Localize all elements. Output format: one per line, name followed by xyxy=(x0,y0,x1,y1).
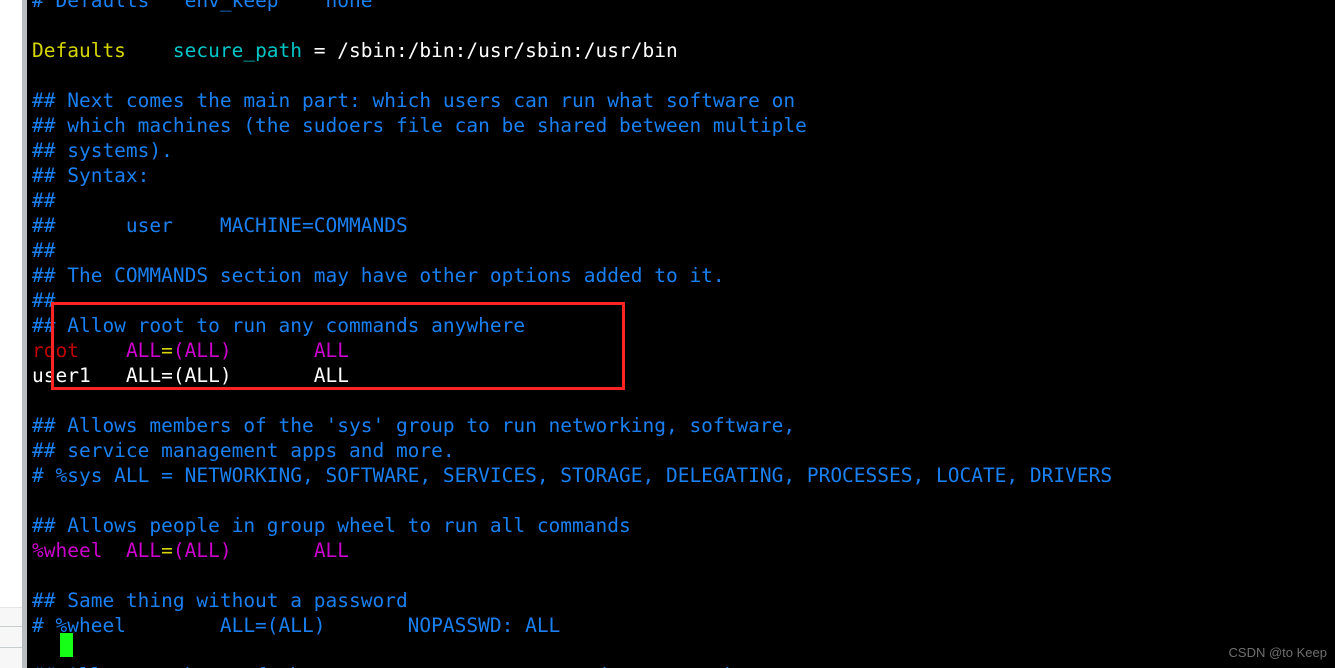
line-blank-4 xyxy=(27,488,1335,513)
line-comment-service-mgmt-seg-0: ## service management apps and more. xyxy=(32,439,455,462)
line-comment-syntax: ## Syntax: xyxy=(27,163,1335,188)
line-blank-5 xyxy=(27,563,1335,588)
line-comment-allows-sys: ## Allows members of the 'sys' group to … xyxy=(27,413,1335,438)
line-comment-wheel-nopasswd: # %wheel ALL=(ALL) NOPASSWD: ALL xyxy=(27,613,1335,638)
line-rule-user1-seg-0: user1 ALL=(ALL) ALL xyxy=(32,364,349,387)
line-comment-hash-1-seg-0: ## xyxy=(32,189,56,212)
line-defaults-secure-path-seg-0: Defaults xyxy=(32,39,126,62)
line-comment-commands-section: ## The COMMANDS section may have other o… xyxy=(27,263,1335,288)
line-defaults-env-keep-clipped-seg-1: env_keep xyxy=(149,0,279,12)
line-comment-which-machines: ## which machines (the sudoers file can … xyxy=(27,113,1335,138)
background-row xyxy=(0,608,22,627)
line-comment-systems-seg-0: ## systems). xyxy=(32,139,173,162)
background-row xyxy=(0,586,22,608)
background-row xyxy=(0,648,22,668)
line-rule-root-seg-1 xyxy=(79,339,126,362)
line-comment-allows-wheel-seg-0: ## Allows people in group wheel to run a… xyxy=(32,514,631,537)
terminal-text-area[interactable]: # Defaults env_keep none Defaults secure_… xyxy=(27,0,1335,668)
line-defaults-secure-path-seg-3: = /sbin:/bin:/usr/sbin:/usr/bin xyxy=(302,39,678,62)
line-rule-wheel-seg-1 xyxy=(102,539,125,562)
line-defaults-env-keep-clipped-seg-0: # Defaults xyxy=(32,0,150,12)
line-rule-root-seg-3: = xyxy=(161,339,173,362)
line-rule-wheel: %wheel ALL=(ALL) ALL xyxy=(27,538,1335,563)
line-rule-wheel-seg-2: ALL xyxy=(125,539,162,562)
line-rule-user1: user1 ALL=(ALL) ALL xyxy=(27,363,1335,388)
line-comment-systems: ## systems). xyxy=(27,138,1335,163)
line-cursor xyxy=(27,638,1335,663)
line-blank-1 xyxy=(27,13,1335,38)
line-comment-which-machines-seg-0: ## which machines (the sudoers file can … xyxy=(32,114,807,137)
background-panel-rows xyxy=(0,586,22,668)
line-defaults-secure-path: Defaults secure_path = /sbin:/bin:/usr/s… xyxy=(27,38,1335,63)
line-rule-root-seg-5 xyxy=(232,339,314,362)
line-comment-same-thing: ## Same thing without a password xyxy=(27,588,1335,613)
line-defaults-env-keep-clipped: # Defaults env_keep none xyxy=(27,0,1335,13)
line-comment-allow-root-seg-0: ## Allow root to run any commands anywhe… xyxy=(32,314,526,337)
line-comment-hash-2: ## xyxy=(27,238,1335,263)
background-row xyxy=(0,627,22,648)
line-comment-hash-3-seg-0: ## xyxy=(32,289,56,312)
line-blank-2 xyxy=(27,63,1335,88)
line-comment-hash-3: ## xyxy=(27,288,1335,313)
line-defaults-env-keep-clipped-seg-2: none xyxy=(278,0,373,12)
line-rule-root-seg-6: ALL xyxy=(313,339,350,362)
text-cursor xyxy=(60,633,73,657)
line-comment-service-mgmt: ## service management apps and more. xyxy=(27,438,1335,463)
line-comment-allows-sys-seg-0: ## Allows members of the 'sys' group to … xyxy=(32,414,796,437)
line-comment-hash-1: ## xyxy=(27,188,1335,213)
line-rule-wheel-seg-6: ALL xyxy=(313,539,350,562)
line-defaults-secure-path-seg-2: secure_path xyxy=(172,39,303,62)
line-comment-commands-section-seg-0: ## The COMMANDS section may have other o… xyxy=(32,264,725,287)
line-comment-sys-rule-seg-0: # %sys ALL = NETWORKING, SOFTWARE, SERVI… xyxy=(32,464,1113,487)
line-rule-wheel-seg-0: %wheel xyxy=(32,539,103,562)
terminal-window[interactable]: # Defaults env_keep none Defaults secure_… xyxy=(27,0,1335,668)
line-comment-allows-users-mount-seg-0: ## Allows members of the users group to … xyxy=(32,664,748,668)
background-panel xyxy=(0,0,22,668)
line-comment-hash-2-seg-0: ## xyxy=(32,239,56,262)
line-rule-wheel-seg-3: = xyxy=(161,539,173,562)
line-comment-user-machine: ## user MACHINE=COMMANDS xyxy=(27,213,1335,238)
screenshot-root: # Defaults env_keep none Defaults secure_… xyxy=(0,0,1335,668)
line-comment-user-machine-seg-0: ## user MACHINE=COMMANDS xyxy=(32,214,408,237)
line-rule-root-seg-0: root xyxy=(32,339,79,362)
line-comment-next-comes-seg-0: ## Next comes the main part: which users… xyxy=(32,89,796,112)
line-blank-3 xyxy=(27,388,1335,413)
watermark-label: CSDN @to Keep xyxy=(1228,645,1327,660)
line-comment-allow-root: ## Allow root to run any commands anywhe… xyxy=(27,313,1335,338)
line-rule-root-seg-2: ALL xyxy=(125,339,162,362)
line-rule-wheel-seg-5 xyxy=(232,539,314,562)
line-rule-wheel-seg-4: (ALL) xyxy=(172,539,232,562)
line-rule-root-seg-4: (ALL) xyxy=(172,339,232,362)
line-rule-root: root ALL=(ALL) ALL xyxy=(27,338,1335,363)
line-comment-wheel-nopasswd-seg-0: # %wheel ALL=(ALL) NOPASSWD: ALL xyxy=(32,614,561,637)
line-comment-sys-rule: # %sys ALL = NETWORKING, SOFTWARE, SERVI… xyxy=(27,463,1335,488)
line-comment-syntax-seg-0: ## Syntax: xyxy=(32,164,150,187)
line-comment-same-thing-seg-0: ## Same thing without a password xyxy=(32,589,408,612)
line-comment-next-comes: ## Next comes the main part: which users… xyxy=(27,88,1335,113)
line-comment-allows-wheel: ## Allows people in group wheel to run a… xyxy=(27,513,1335,538)
line-defaults-secure-path-seg-1 xyxy=(126,39,173,62)
line-comment-allows-users-mount: ## Allows members of the users group to … xyxy=(27,663,1335,668)
